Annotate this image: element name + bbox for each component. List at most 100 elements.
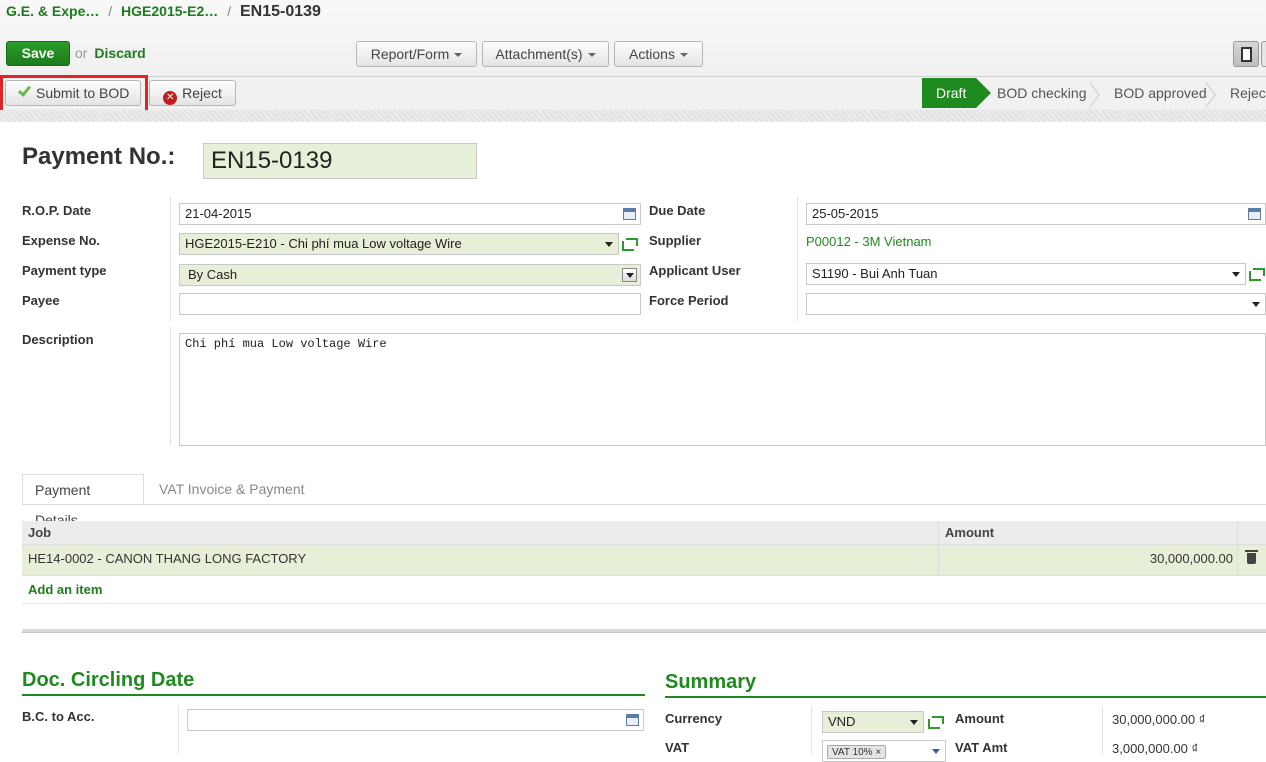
column-divider xyxy=(1237,521,1238,545)
payment-type-select[interactable]: By Cash xyxy=(179,264,641,286)
trash-icon[interactable] xyxy=(1245,550,1258,564)
discard-group: or Discard xyxy=(75,45,146,61)
breadcrumb: G.E. & Expe… / HGE2015-E2… / EN15-0139 xyxy=(6,3,321,21)
actions-label: Actions xyxy=(629,46,675,62)
bc-to-acc-field[interactable] xyxy=(187,709,644,731)
form-view-toggle[interactable] xyxy=(1233,41,1259,67)
currency-value: VND xyxy=(828,714,856,729)
form-view-icon xyxy=(1241,47,1252,62)
save-button[interactable]: Save xyxy=(6,41,70,66)
reject-label: Reject xyxy=(182,85,222,101)
description-label: Description xyxy=(22,332,94,347)
payment-no-field[interactable]: EN15-0139 xyxy=(203,143,477,179)
dropdown-arrow-icon xyxy=(932,749,940,754)
breadcrumb-current: EN15-0139 xyxy=(239,3,321,20)
description-textarea[interactable]: Chi phí mua Low voltage Wire xyxy=(179,333,1266,446)
status-draft[interactable]: Draft xyxy=(922,78,992,108)
calendar-icon[interactable] xyxy=(1248,208,1261,220)
column-header-amount[interactable]: Amount xyxy=(945,525,994,540)
due-date-field[interactable]: 25-05-2015 xyxy=(806,203,1266,225)
column-divider xyxy=(797,197,798,321)
or-text: or xyxy=(75,45,88,61)
payment-type-value: By Cash xyxy=(188,267,238,282)
status-separator xyxy=(1090,78,1102,108)
actions-dropdown[interactable]: Actions xyxy=(614,41,703,67)
summary-title: Summary xyxy=(665,671,1266,698)
column-divider xyxy=(811,706,812,754)
table-bottom-divider xyxy=(22,603,1266,604)
applicant-user-value: S1190 - Bui Anh Tuan xyxy=(812,266,938,281)
breadcrumb-separator: / xyxy=(227,3,232,19)
column-divider xyxy=(938,545,939,576)
column-divider xyxy=(170,197,171,321)
report-form-dropdown[interactable]: Report/Form xyxy=(356,41,477,67)
amount-label: Amount xyxy=(955,711,1005,726)
vat-label: VAT xyxy=(665,740,690,755)
status-bod-checking[interactable]: BOD checking xyxy=(997,78,1086,108)
breadcrumb-item-expense[interactable]: HGE2015-E2… xyxy=(121,3,218,19)
dropdown-arrow-icon xyxy=(622,268,637,282)
external-link-icon[interactable] xyxy=(622,238,638,251)
column-divider xyxy=(1102,706,1103,754)
tab-payment-details[interactable]: Payment Details xyxy=(22,474,144,528)
reject-icon: ✕ xyxy=(163,91,178,105)
caret-down-icon xyxy=(679,53,688,58)
list-view-toggle[interactable] xyxy=(1261,41,1266,67)
tab-vat-invoice-payment[interactable]: VAT Invoice & Payment xyxy=(147,474,317,505)
expense-no-value: HGE2015-E210 - Chi phí mua Low voltage W… xyxy=(185,236,462,251)
dropdown-arrow-icon xyxy=(1252,302,1260,307)
vat-amt-label: VAT Amt xyxy=(955,740,1008,755)
status-bod-approved[interactable]: BOD approved xyxy=(1114,78,1207,108)
payment-type-label: Payment type xyxy=(22,263,107,278)
applicant-user-label: Applicant User xyxy=(649,263,741,278)
payment-no-label: Payment No.: xyxy=(22,143,176,170)
dropdown-arrow-icon xyxy=(605,242,613,247)
add-item-link[interactable]: Add an item xyxy=(28,582,102,597)
amount-value: 30,000,000.00 ₫ xyxy=(1112,712,1206,727)
attachments-label: Attachment(s) xyxy=(495,46,583,62)
discard-button[interactable]: Discard xyxy=(94,45,145,61)
attachments-dropdown[interactable]: Attachment(s) xyxy=(482,41,609,67)
caret-down-icon xyxy=(587,53,596,58)
doc-circling-date-title: Doc. Circling Date xyxy=(22,669,645,696)
caret-down-icon xyxy=(454,53,463,58)
applicant-user-select[interactable]: S1190 - Bui Anh Tuan xyxy=(806,263,1246,285)
column-header-job[interactable]: Job xyxy=(28,525,51,540)
rop-date-value: 21-04-2015 xyxy=(185,206,252,221)
sheet-background xyxy=(0,110,1266,122)
due-date-label: Due Date xyxy=(649,203,706,218)
bc-to-acc-label: B.C. to Acc. xyxy=(22,709,95,724)
row-amount: 30,000,000.00 xyxy=(1149,551,1233,566)
calendar-icon[interactable] xyxy=(626,714,639,726)
breadcrumb-item-ge-expense[interactable]: G.E. & Expe… xyxy=(6,3,99,19)
table-row[interactable]: HE14-0002 - CANON THANG LONG FACTORY 30,… xyxy=(22,545,1266,576)
column-divider xyxy=(938,521,939,545)
breadcrumb-separator: / xyxy=(108,3,113,19)
reject-button[interactable]: ✕ Reject xyxy=(149,80,236,106)
status-reject[interactable]: Reject xyxy=(1230,78,1266,108)
payee-field[interactable] xyxy=(179,293,641,315)
row-job: HE14-0002 - CANON THANG LONG FACTORY xyxy=(28,551,307,566)
dropdown-arrow-icon xyxy=(910,720,918,725)
external-link-icon[interactable] xyxy=(928,716,944,729)
column-divider xyxy=(1237,545,1238,576)
vat-tag[interactable]: VAT 10% × xyxy=(827,745,887,759)
external-link-icon[interactable] xyxy=(1249,268,1265,281)
expense-no-select[interactable]: HGE2015-E210 - Chi phí mua Low voltage W… xyxy=(179,233,619,255)
column-divider xyxy=(178,706,179,754)
supplier-link[interactable]: P00012 - 3M Vietnam xyxy=(806,234,932,249)
column-divider xyxy=(170,327,171,445)
due-date-value: 25-05-2015 xyxy=(812,206,879,221)
payee-label: Payee xyxy=(22,293,60,308)
currency-label: Currency xyxy=(665,711,723,726)
vat-select[interactable]: VAT 10% × xyxy=(822,740,946,762)
expense-no-label: Expense No. xyxy=(22,233,101,248)
rop-date-label: R.O.P. Date xyxy=(22,203,92,218)
highlight-box xyxy=(0,75,148,114)
report-form-label: Report/Form xyxy=(370,46,450,62)
force-period-select[interactable] xyxy=(806,293,1266,315)
vat-tag-label: VAT 10% xyxy=(832,747,873,758)
currency-select[interactable]: VND xyxy=(822,711,924,733)
rop-date-field[interactable]: 21-04-2015 xyxy=(179,203,641,225)
calendar-icon[interactable] xyxy=(623,208,636,220)
